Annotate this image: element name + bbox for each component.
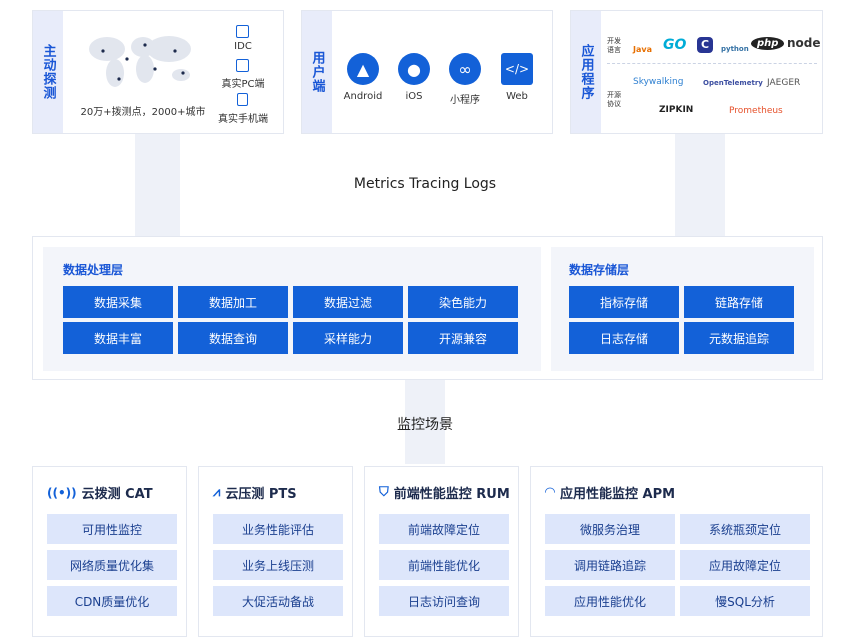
- android-label: Android: [343, 91, 383, 102]
- active-probe-label: 主动探测: [33, 11, 63, 133]
- app-card: 应用程序 开发语言 Java GO C python php node 开源协议…: [570, 10, 823, 134]
- mini-program-label: 小程序: [450, 95, 480, 106]
- web-icon: </>: [501, 53, 533, 85]
- android-icon: ▲: [347, 53, 379, 85]
- monitoring-scenarios-label: 监控场景: [397, 417, 453, 433]
- rum-card: ⛉ 前端性能监控 RUM 前端故障定位 前端性能优化 日志访问查询: [364, 466, 519, 637]
- storage-item: 日志存储: [569, 322, 679, 354]
- apm-item: 调用链路追踪: [545, 550, 675, 580]
- cat-item: 可用性监控: [47, 514, 177, 544]
- apm-item: 应用故障定位: [680, 550, 810, 580]
- prometheus-logo: Prometheus: [729, 106, 783, 116]
- pts-item: 业务性能评估: [213, 514, 343, 544]
- java-logo: Java: [633, 45, 652, 54]
- processing-item: 数据采集: [63, 286, 173, 318]
- processing-title: 数据处理层: [63, 263, 124, 277]
- phone-icon: [237, 93, 248, 106]
- phone-label: 真实手机端: [218, 114, 268, 125]
- pts-card: ⩘ 云压测 PTS 业务性能评估 业务上线压测 大促活动备战: [198, 466, 353, 637]
- storage-item: 元数据追踪: [684, 322, 794, 354]
- idc-label: IDC: [234, 41, 252, 52]
- signal-icon: ((•)): [47, 485, 77, 500]
- processing-item: 数据丰富: [63, 322, 173, 354]
- rum-item: 日志访问查询: [379, 586, 509, 616]
- idc-icon: [236, 25, 249, 38]
- user-side-card: 用户端 ▲ Android ● iOS ∞ 小程序 </> Web: [301, 10, 553, 134]
- storage-item: 指标存储: [569, 286, 679, 318]
- cat-item: 网络质量优化集: [47, 550, 177, 580]
- processing-item: 采样能力: [293, 322, 403, 354]
- pc-icon: [236, 59, 249, 72]
- rum-item: 前端故障定位: [379, 514, 509, 544]
- apm-card: ◠ 应用性能监控 APM 微服务治理 系统瓶颈定位 调用链路追踪 应用故障定位 …: [530, 466, 823, 637]
- shield-icon: ⛉: [379, 485, 389, 500]
- ios-label: iOS: [405, 91, 423, 102]
- app-label: 应用程序: [571, 11, 601, 133]
- apm-item: 微服务治理: [545, 514, 675, 544]
- php-logo: php: [751, 37, 785, 50]
- active-probe-card: 主动探测 20万+拨测点，2000+城市 IDC 真实PC端 真实手机端: [32, 10, 284, 134]
- lang-label: 开发语言: [607, 37, 621, 54]
- cat-title: 云拨测 CAT: [81, 487, 153, 502]
- zipkin-logo: ZIPKIN: [659, 105, 694, 115]
- divider: [607, 63, 817, 64]
- world-map-icon: [89, 36, 191, 87]
- user-side-label: 用户端: [302, 11, 332, 133]
- apple-icon: ●: [398, 53, 430, 85]
- web-label: Web: [506, 91, 528, 102]
- pts-item: 业务上线压测: [213, 550, 343, 580]
- apm-item: 应用性能优化: [545, 586, 675, 616]
- mini-program-icon: ∞: [449, 53, 481, 85]
- pts-item: 大促活动备战: [213, 586, 343, 616]
- go-logo: GO: [663, 37, 687, 53]
- probe-caption: 20万+拨测点，2000+城市: [80, 107, 206, 118]
- connector-left: [135, 134, 180, 238]
- processing-item: 开源兼容: [408, 322, 518, 354]
- pulse-icon: ⩘: [213, 485, 221, 500]
- processing-item: 数据查询: [178, 322, 288, 354]
- wave-icon: ◠: [545, 485, 555, 500]
- cat-card: ((•)) 云拨测 CAT 可用性监控 网络质量优化集 CDN质量优化: [32, 466, 187, 637]
- processing-item: 数据加工: [178, 286, 288, 318]
- c-logo: C: [697, 37, 713, 53]
- pc-label: 真实PC端: [221, 79, 265, 90]
- skywalking-logo: Skywalking: [633, 77, 684, 87]
- cat-item: CDN质量优化: [47, 586, 177, 616]
- apm-item: 系统瓶颈定位: [680, 514, 810, 544]
- pts-title: 云压测 PTS: [225, 487, 297, 502]
- jaeger-logo: JAEGER: [767, 78, 801, 88]
- connector-right: [675, 134, 725, 238]
- storage-title: 数据存储层: [569, 263, 630, 277]
- protocol-label: 开源协议: [607, 91, 621, 108]
- node-logo: node: [787, 36, 821, 50]
- rum-title: 前端性能监控 RUM: [393, 487, 510, 502]
- opentelemetry-logo: OpenTelemetry: [703, 79, 763, 87]
- python-logo: python: [721, 45, 749, 53]
- processing-item: 数据过滤: [293, 286, 403, 318]
- metrics-tracing-logs-label: Metrics Tracing Logs: [353, 176, 497, 192]
- apm-item: 慢SQL分析: [680, 586, 810, 616]
- storage-item: 链路存储: [684, 286, 794, 318]
- rum-item: 前端性能优化: [379, 550, 509, 580]
- processing-item: 染色能力: [408, 286, 518, 318]
- apm-title: 应用性能监控 APM: [560, 487, 676, 502]
